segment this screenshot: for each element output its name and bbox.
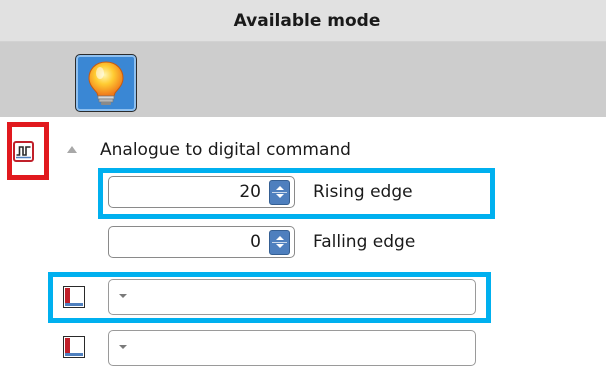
mode-toolbar [0,42,606,117]
group-label: Analogue to digital command [100,140,351,160]
rising-edge-spin-button[interactable] [269,179,290,205]
falling-edge-value[interactable]: 0 [109,232,269,252]
link-channel-icon[interactable] [63,286,85,308]
dropdown-arrow-icon[interactable] [119,345,127,349]
link-channel-icon[interactable] [63,336,85,358]
channel-dropdown-1[interactable] [108,279,476,315]
lightbulb-icon [88,61,124,105]
rising-edge-value[interactable]: 20 [109,182,269,202]
spin-up-icon[interactable] [275,236,284,240]
channel-dropdown-2[interactable] [108,330,476,366]
rising-edge-label: Rising edge [313,182,413,202]
falling-edge-stepper[interactable]: 0 [108,226,295,258]
panel-title: Available mode [233,10,381,31]
falling-edge-label: Falling edge [313,232,416,252]
collapse-arrow-icon[interactable] [66,144,78,154]
falling-edge-spin-button[interactable] [269,229,290,255]
spin-down-icon[interactable] [275,194,284,198]
panel-header: Available mode [0,0,606,42]
spin-down-icon[interactable] [275,244,284,248]
lightbulb-mode-button[interactable] [75,54,137,112]
spin-up-icon[interactable] [275,186,284,190]
rising-edge-stepper[interactable]: 20 [108,176,295,208]
dropdown-arrow-icon[interactable] [119,294,127,298]
digital-signal-icon[interactable] [13,141,34,162]
